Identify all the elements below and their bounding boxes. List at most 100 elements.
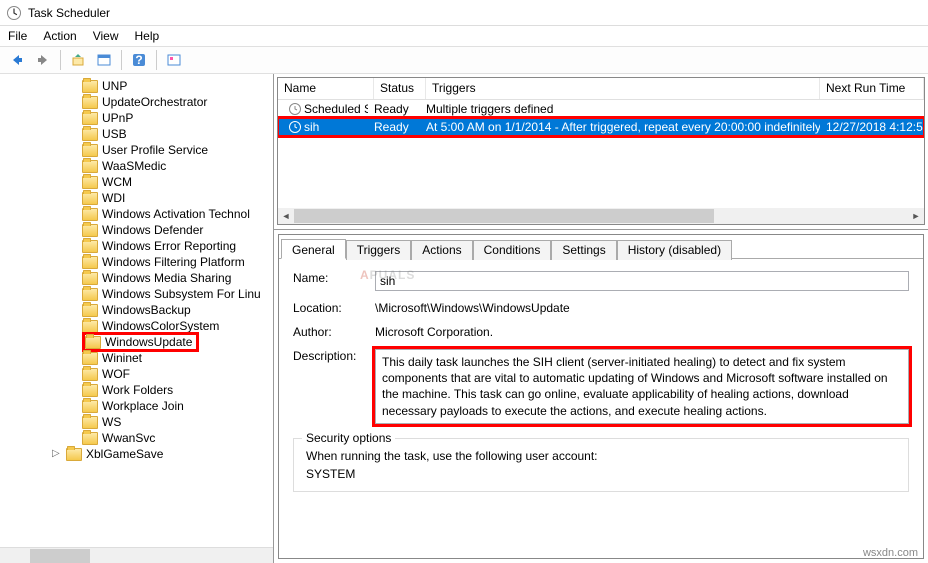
tab-settings[interactable]: Settings bbox=[551, 240, 616, 260]
folder-icon bbox=[82, 432, 98, 445]
tree-item[interactable]: WOF bbox=[0, 366, 273, 382]
tab-actions[interactable]: Actions bbox=[411, 240, 472, 260]
tree-horizontal-scrollbar[interactable] bbox=[0, 547, 273, 563]
folder-icon bbox=[82, 368, 98, 381]
folder-icon bbox=[82, 224, 98, 237]
tree-item[interactable]: Windows Defender bbox=[0, 222, 273, 238]
tree-item-label: Windows Subsystem For Linu bbox=[102, 287, 261, 301]
tree-item[interactable]: Windows Error Reporting bbox=[0, 238, 273, 254]
folder-icon bbox=[82, 112, 98, 125]
expand-icon[interactable]: ▷ bbox=[52, 449, 62, 459]
security-legend: Security options bbox=[302, 431, 395, 445]
tree-item[interactable]: Windows Media Sharing bbox=[0, 270, 273, 286]
help-button[interactable]: ? bbox=[128, 49, 150, 71]
folder-icon bbox=[82, 320, 98, 333]
tab-conditions[interactable]: Conditions bbox=[473, 240, 552, 260]
label-author: Author: bbox=[293, 325, 375, 339]
menu-view[interactable]: View bbox=[93, 29, 119, 43]
tree-item[interactable]: Workplace Join bbox=[0, 398, 273, 414]
tree-item[interactable]: WwanSvc bbox=[0, 430, 273, 446]
tree-item[interactable]: WCM bbox=[0, 174, 273, 190]
properties-button[interactable] bbox=[93, 49, 115, 71]
column-name[interactable]: Name bbox=[278, 78, 374, 99]
tree-item-label: Workplace Join bbox=[102, 399, 184, 413]
app-icon bbox=[6, 5, 22, 21]
tree-item-label: Windows Media Sharing bbox=[102, 271, 231, 285]
forward-button[interactable] bbox=[32, 49, 54, 71]
tree-item-label: WindowsColorSystem bbox=[102, 319, 219, 333]
tree-item[interactable]: UNP bbox=[0, 78, 273, 94]
folder-icon bbox=[82, 96, 98, 109]
clock-icon bbox=[288, 102, 302, 116]
task-details-pane: General Triggers Actions Conditions Sett… bbox=[274, 230, 928, 563]
label-location: Location: bbox=[293, 301, 375, 315]
back-button[interactable] bbox=[6, 49, 28, 71]
folder-tree[interactable]: UNPUpdateOrchestratorUPnPUSBUser Profile… bbox=[0, 74, 273, 466]
task-row[interactable]: Scheduled S...ReadyMultiple triggers def… bbox=[278, 100, 924, 118]
tab-history[interactable]: History (disabled) bbox=[617, 240, 732, 260]
tree-item-label: Work Folders bbox=[102, 383, 173, 397]
footer-watermark: wsxdn.com bbox=[863, 547, 918, 559]
task-name: sih bbox=[304, 120, 319, 134]
tree-item[interactable]: UPnP bbox=[0, 110, 273, 126]
clock-icon bbox=[288, 120, 302, 134]
tree-item-label: Windows Filtering Platform bbox=[102, 255, 245, 269]
folder-icon bbox=[82, 304, 98, 317]
tree-item[interactable]: WaaSMedic bbox=[0, 158, 273, 174]
task-triggers: Multiple triggers defined bbox=[420, 102, 820, 116]
column-status[interactable]: Status bbox=[374, 78, 426, 99]
security-options-group: Security options When running the task, … bbox=[293, 438, 909, 492]
folder-icon bbox=[82, 352, 98, 365]
tree-item[interactable]: WindowsBackup bbox=[0, 302, 273, 318]
menubar: File Action View Help bbox=[0, 26, 928, 46]
task-row[interactable]: sihReadyAt 5:00 AM on 1/1/2014 - After t… bbox=[278, 118, 924, 136]
menu-file[interactable]: File bbox=[8, 29, 27, 43]
security-line1: When running the task, use the following… bbox=[306, 449, 896, 463]
tree-item[interactable]: Windows Filtering Platform bbox=[0, 254, 273, 270]
window-title: Task Scheduler bbox=[28, 6, 110, 20]
task-name: Scheduled S... bbox=[304, 102, 368, 116]
tree-item[interactable]: Windows Subsystem For Linu bbox=[0, 286, 273, 302]
task-list-header: Name Status Triggers Next Run Time bbox=[278, 78, 924, 100]
folder-icon bbox=[82, 400, 98, 413]
folder-icon bbox=[82, 176, 98, 189]
tree-item[interactable]: WindowsUpdate bbox=[0, 334, 273, 350]
tree-item[interactable]: User Profile Service bbox=[0, 142, 273, 158]
tree-item[interactable]: ▷XblGameSave bbox=[0, 446, 273, 462]
column-next-run[interactable]: Next Run Time bbox=[820, 78, 924, 99]
column-triggers[interactable]: Triggers bbox=[426, 78, 820, 99]
toolbar: ? bbox=[0, 46, 928, 74]
tree-item[interactable]: USB bbox=[0, 126, 273, 142]
task-location-value: \Microsoft\Windows\WindowsUpdate bbox=[375, 301, 909, 315]
right-pane: Name Status Triggers Next Run Time Sched… bbox=[274, 74, 928, 563]
tree-item-label: User Profile Service bbox=[102, 143, 208, 157]
task-author-value: Microsoft Corporation. bbox=[375, 325, 909, 339]
folder-icon bbox=[82, 192, 98, 205]
tasklist-horizontal-scrollbar[interactable]: ◄► bbox=[278, 208, 924, 224]
folder-icon bbox=[82, 288, 98, 301]
folder-icon bbox=[82, 240, 98, 253]
menu-help[interactable]: Help bbox=[135, 29, 160, 43]
tree-item[interactable]: WS bbox=[0, 414, 273, 430]
tree-item[interactable]: UpdateOrchestrator bbox=[0, 94, 273, 110]
refresh-button[interactable] bbox=[163, 49, 185, 71]
folder-icon bbox=[85, 336, 101, 349]
titlebar: Task Scheduler bbox=[0, 0, 928, 26]
task-name-field[interactable] bbox=[375, 271, 909, 291]
tree-item[interactable]: Work Folders bbox=[0, 382, 273, 398]
tree-item[interactable]: Wininet bbox=[0, 350, 273, 366]
menu-action[interactable]: Action bbox=[43, 29, 76, 43]
tab-general[interactable]: General bbox=[281, 239, 346, 259]
svg-text:?: ? bbox=[135, 53, 142, 67]
tree-item[interactable]: Windows Activation Technol bbox=[0, 206, 273, 222]
tree-item-label: WaaSMedic bbox=[102, 159, 166, 173]
folder-icon bbox=[82, 80, 98, 93]
tree-item[interactable]: WDI bbox=[0, 190, 273, 206]
up-button[interactable] bbox=[67, 49, 89, 71]
tree-item-label: Wininet bbox=[102, 351, 142, 365]
tree-item-label: WindowsUpdate bbox=[105, 335, 192, 349]
folder-icon bbox=[82, 160, 98, 173]
task-description-box[interactable]: This daily task launches the SIH client … bbox=[375, 349, 909, 424]
tab-triggers[interactable]: Triggers bbox=[346, 240, 412, 260]
tree-item-label: UpdateOrchestrator bbox=[102, 95, 207, 109]
